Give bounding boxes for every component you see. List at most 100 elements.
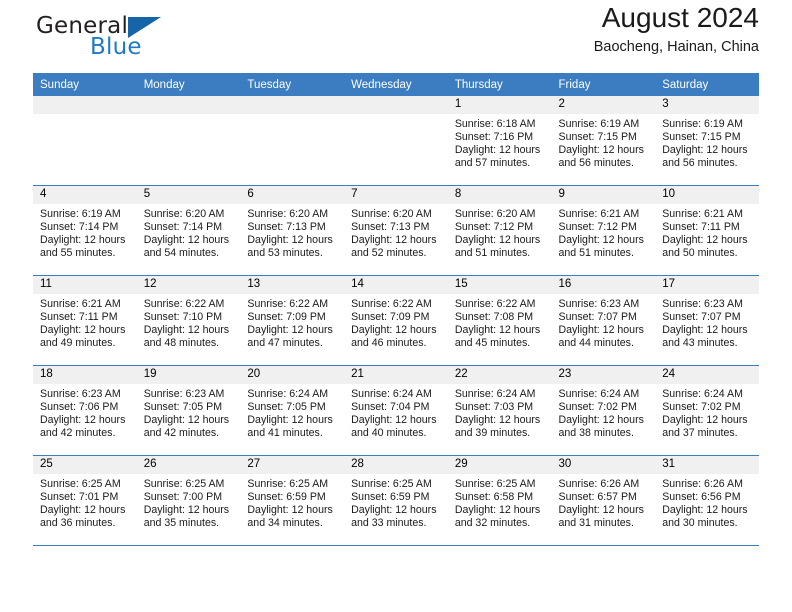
sunset-text: Sunset: 7:08 PM bbox=[454, 311, 534, 324]
day-cell-content: 13 Sunrise: 6:22 AM Sunset: 7:09 PM Dayligh… bbox=[240, 276, 345, 365]
day-cell-content: 12 Sunrise: 6:22 AM Sunset: 7:10 PM Dayligh… bbox=[136, 276, 241, 365]
sunrise-text: Sunrise: 6:20 AM bbox=[454, 208, 536, 220]
weekday-header-saturday: Saturday bbox=[655, 73, 759, 96]
sunrise-text: Sunrise: 6:24 AM bbox=[247, 388, 329, 400]
calendar-day-cell[interactable]: 3 Sunrise: 6:19 AM Sunset: 7:15 PM Daylight… bbox=[655, 96, 759, 186]
day-number: 13 bbox=[240, 276, 345, 294]
day-cell-content: 4 Sunrise: 6:19 AM Sunset: 7:14 PM Daylight… bbox=[33, 186, 137, 275]
weekday-header-thursday: Thursday bbox=[447, 73, 552, 96]
day-sun-info: Sunrise: 6:23 AM Sunset: 7:06 PM Daylight:… bbox=[33, 384, 137, 440]
calendar-day-cell[interactable]: 26 Sunrise: 6:25 AM Sunset: 7:00 PM Dayligh… bbox=[136, 455, 241, 546]
daylight-text: Daylight: 12 hours and 41 minutes. bbox=[247, 414, 333, 440]
calendar-day-cell[interactable]: 6 Sunrise: 6:20 AM Sunset: 7:13 PM Daylight… bbox=[240, 185, 345, 276]
sunrise-text: Sunrise: 6:26 AM bbox=[558, 478, 640, 490]
day-number: 27 bbox=[240, 456, 345, 474]
sunrise-text: Sunrise: 6:21 AM bbox=[40, 298, 121, 310]
calendar-day-cell[interactable]: 20 Sunrise: 6:24 AM Sunset: 7:05 PM Dayligh… bbox=[240, 365, 345, 456]
sunset-text: Sunset: 7:05 PM bbox=[247, 401, 326, 414]
day-number bbox=[240, 96, 345, 114]
sunset-text: Sunset: 7:12 PM bbox=[558, 221, 637, 234]
general-blue-logo[interactable]: General Blue bbox=[33, 7, 253, 63]
sunrise-text: Sunrise: 6:24 AM bbox=[558, 388, 640, 400]
day-number: 7 bbox=[344, 186, 448, 204]
day-cell-content: 6 Sunrise: 6:20 AM Sunset: 7:13 PM Daylight… bbox=[240, 186, 345, 275]
day-number: 25 bbox=[33, 456, 137, 474]
day-sun-info: Sunrise: 6:24 AM Sunset: 7:03 PM Daylight:… bbox=[448, 384, 552, 440]
day-number: 15 bbox=[447, 276, 552, 294]
day-sun-info: Sunrise: 6:21 AM Sunset: 7:12 PM Daylight:… bbox=[552, 204, 656, 260]
day-sun-info: Sunrise: 6:24 AM Sunset: 7:04 PM Daylight:… bbox=[344, 384, 448, 440]
calendar-day-cell[interactable]: 17 Sunrise: 6:23 AM Sunset: 7:07 PM Dayligh… bbox=[655, 275, 759, 366]
day-sun-info: Sunrise: 6:25 AM Sunset: 7:01 PM Daylight:… bbox=[33, 474, 137, 530]
page-header: General Blue August 2024 Baocheng, Haina… bbox=[33, 0, 759, 73]
day-number: 8 bbox=[447, 186, 552, 204]
day-number: 4 bbox=[33, 186, 137, 204]
calendar-day-cell[interactable]: 1 Sunrise: 6:18 AM Sunset: 7:16 PM Daylight… bbox=[447, 96, 552, 186]
day-cell-content: 22 Sunrise: 6:24 AM Sunset: 7:03 PM Dayligh… bbox=[447, 366, 552, 455]
weekday-header-friday: Friday bbox=[551, 73, 656, 96]
sunset-text: Sunset: 6:58 PM bbox=[454, 491, 534, 504]
sunset-text: Sunset: 7:06 PM bbox=[40, 401, 119, 414]
daylight-text: Daylight: 12 hours and 46 minutes. bbox=[351, 324, 437, 350]
day-number: 23 bbox=[551, 366, 656, 384]
calendar-day-cell[interactable]: 21 Sunrise: 6:24 AM Sunset: 7:04 PM Dayligh… bbox=[344, 365, 448, 456]
calendar-day-cell[interactable]: 8 Sunrise: 6:20 AM Sunset: 7:12 PM Daylight… bbox=[447, 185, 552, 276]
day-sun-info: Sunrise: 6:22 AM Sunset: 7:10 PM Daylight:… bbox=[137, 294, 241, 350]
daylight-text: Daylight: 12 hours and 43 minutes. bbox=[662, 324, 748, 350]
calendar-day-cell[interactable]: 27 Sunrise: 6:25 AM Sunset: 6:59 PM Dayligh… bbox=[240, 455, 345, 546]
page-subtitle: Baocheng, Hainan, China bbox=[593, 39, 759, 55]
sunrise-text: Sunrise: 6:21 AM bbox=[558, 208, 640, 220]
daylight-text: Daylight: 12 hours and 53 minutes. bbox=[247, 234, 333, 260]
calendar-day-cell[interactable]: 13 Sunrise: 6:22 AM Sunset: 7:09 PM Dayligh… bbox=[240, 275, 345, 366]
calendar-day-cell[interactable]: 4 Sunrise: 6:19 AM Sunset: 7:14 PM Daylight… bbox=[33, 185, 137, 276]
calendar-day-cell[interactable]: 24 Sunrise: 6:24 AM Sunset: 7:02 PM Dayligh… bbox=[655, 365, 759, 456]
day-cell-content: 5 Sunrise: 6:20 AM Sunset: 7:14 PM Daylight… bbox=[136, 186, 241, 275]
calendar-day-cell[interactable]: 28 Sunrise: 6:25 AM Sunset: 6:59 PM Dayligh… bbox=[344, 455, 448, 546]
day-sun-info: Sunrise: 6:25 AM Sunset: 6:58 PM Daylight:… bbox=[448, 474, 552, 530]
day-cell-content bbox=[240, 96, 345, 185]
day-cell-content: 10 Sunrise: 6:21 AM Sunset: 7:11 PM Dayligh… bbox=[655, 186, 759, 275]
calendar-day-cell[interactable]: 18 Sunrise: 6:23 AM Sunset: 7:06 PM Dayligh… bbox=[33, 365, 137, 456]
day-sun-info: Sunrise: 6:25 AM Sunset: 6:59 PM Daylight:… bbox=[344, 474, 448, 530]
title-block: August 2024 Baocheng, Hainan, China bbox=[594, 0, 759, 58]
daylight-text: Daylight: 12 hours and 42 minutes. bbox=[143, 414, 230, 440]
sunset-text: Sunset: 7:14 PM bbox=[143, 221, 223, 234]
day-cell-content: 23 Sunrise: 6:24 AM Sunset: 7:02 PM Dayligh… bbox=[551, 366, 656, 455]
calendar-day-cell[interactable]: 2 Sunrise: 6:19 AM Sunset: 7:15 PM Daylight… bbox=[551, 96, 656, 186]
daylight-text: Daylight: 12 hours and 36 minutes. bbox=[40, 504, 126, 530]
sunrise-text: Sunrise: 6:23 AM bbox=[143, 388, 225, 400]
day-number bbox=[344, 96, 448, 114]
calendar-day-cell[interactable]: 9 Sunrise: 6:21 AM Sunset: 7:12 PM Daylight… bbox=[551, 185, 656, 276]
day-number: 14 bbox=[344, 276, 448, 294]
calendar-day-cell[interactable]: 23 Sunrise: 6:24 AM Sunset: 7:02 PM Dayligh… bbox=[551, 365, 656, 456]
calendar-week-row: 11 Sunrise: 6:21 AM Sunset: 7:11 PM Dayligh… bbox=[33, 275, 759, 366]
calendar-day-cell[interactable]: 19 Sunrise: 6:23 AM Sunset: 7:05 PM Dayligh… bbox=[136, 365, 241, 456]
day-number: 3 bbox=[655, 96, 759, 114]
calendar-day-cell[interactable]: 10 Sunrise: 6:21 AM Sunset: 7:11 PM Dayligh… bbox=[655, 185, 759, 276]
calendar-day-cell[interactable]: 14 Sunrise: 6:22 AM Sunset: 7:09 PM Dayligh… bbox=[344, 275, 448, 366]
daylight-text: Daylight: 12 hours and 39 minutes. bbox=[454, 414, 541, 440]
calendar-day-cell[interactable]: 30 Sunrise: 6:26 AM Sunset: 6:57 PM Dayligh… bbox=[551, 455, 656, 546]
calendar-day-cell[interactable]: 15 Sunrise: 6:22 AM Sunset: 7:08 PM Dayligh… bbox=[447, 275, 552, 366]
calendar-day-cell[interactable]: 25 Sunrise: 6:25 AM Sunset: 7:01 PM Dayligh… bbox=[33, 455, 137, 546]
day-cell-content: 16 Sunrise: 6:23 AM Sunset: 7:07 PM Dayligh… bbox=[551, 276, 656, 365]
day-cell-content: 28 Sunrise: 6:25 AM Sunset: 6:59 PM Dayligh… bbox=[344, 456, 448, 545]
calendar-day-cell[interactable]: 5 Sunrise: 6:20 AM Sunset: 7:14 PM Daylight… bbox=[136, 185, 241, 276]
calendar-day-cell[interactable]: 16 Sunrise: 6:23 AM Sunset: 7:07 PM Dayligh… bbox=[551, 275, 656, 366]
sunrise-text: Sunrise: 6:25 AM bbox=[143, 478, 225, 490]
daylight-text: Daylight: 12 hours and 44 minutes. bbox=[558, 324, 644, 350]
calendar-day-cell[interactable]: 29 Sunrise: 6:25 AM Sunset: 6:58 PM Dayligh… bbox=[447, 455, 552, 546]
calendar-day-cell[interactable]: 22 Sunrise: 6:24 AM Sunset: 7:03 PM Dayligh… bbox=[447, 365, 552, 456]
sunset-text: Sunset: 7:00 PM bbox=[143, 491, 223, 504]
day-sun-info: Sunrise: 6:23 AM Sunset: 7:07 PM Daylight:… bbox=[552, 294, 656, 350]
calendar-day-cell[interactable]: 12 Sunrise: 6:22 AM Sunset: 7:10 PM Dayligh… bbox=[136, 275, 241, 366]
calendar-day-cell bbox=[344, 96, 448, 186]
calendar-day-cell[interactable]: 31 Sunrise: 6:26 AM Sunset: 6:56 PM Dayligh… bbox=[655, 455, 759, 546]
day-cell-content: 19 Sunrise: 6:23 AM Sunset: 7:05 PM Dayligh… bbox=[136, 366, 241, 455]
calendar-day-cell[interactable]: 7 Sunrise: 6:20 AM Sunset: 7:13 PM Daylight… bbox=[344, 185, 448, 276]
daylight-text: Daylight: 12 hours and 56 minutes. bbox=[558, 144, 644, 170]
calendar-day-cell[interactable]: 11 Sunrise: 6:21 AM Sunset: 7:11 PM Dayligh… bbox=[33, 275, 137, 366]
sunset-text: Sunset: 6:59 PM bbox=[351, 491, 430, 504]
daylight-text: Daylight: 12 hours and 40 minutes. bbox=[351, 414, 437, 440]
daylight-text: Daylight: 12 hours and 52 minutes. bbox=[351, 234, 437, 260]
